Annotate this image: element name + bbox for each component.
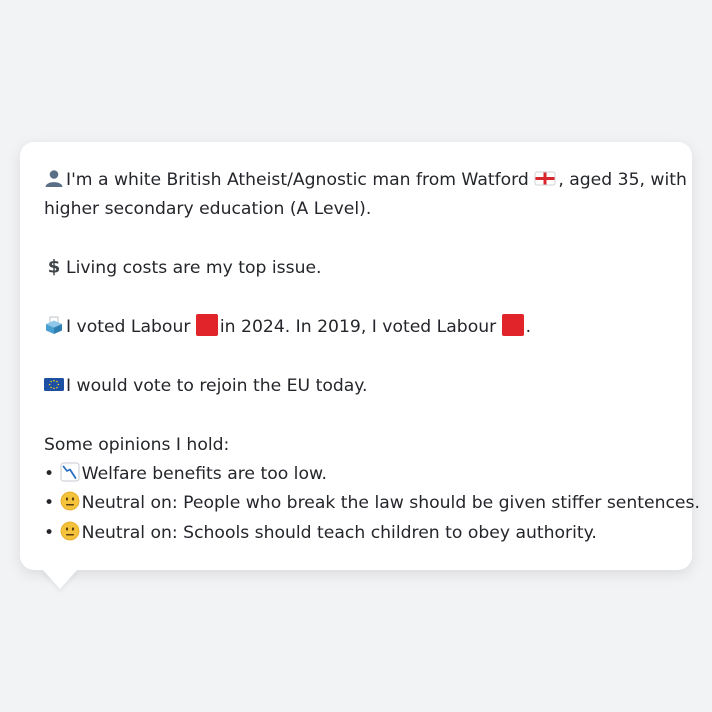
intro-line-2: higher secondary education (A Level).: [44, 199, 372, 220]
svg-text:$: $: [48, 257, 61, 277]
red-square-icon: [501, 314, 524, 336]
speech-bubble-tail: [42, 569, 78, 589]
profile-card: I'm a white British Atheist/Agnostic man…: [20, 142, 700, 570]
dollar-sign-icon: $: [44, 256, 64, 277]
intro-text: I'm a white British Atheist/Agnostic man…: [66, 170, 529, 190]
vote-text-2: in 2024. In 2019, I voted Labour: [219, 317, 497, 337]
bust-silhouette-icon: [44, 168, 64, 188]
neutral-face-icon: [60, 521, 80, 541]
chart-decreasing-icon: [60, 462, 80, 482]
opinions-heading: Some opinions I hold:: [44, 434, 230, 455]
ballot-box-icon: [44, 315, 64, 335]
england-flag-icon: [534, 168, 556, 188]
bullet: •: [44, 522, 55, 543]
bullet: •: [44, 493, 55, 514]
list-item: • Neutral on: Schools should teach child…: [44, 519, 668, 548]
intro-line-1: I'm a white British Atheist/Agnostic man…: [44, 166, 687, 195]
vote-text-3: .: [525, 317, 532, 337]
list-item: • Neutral on: People who break the law s…: [44, 489, 700, 518]
opinion-text: Neutral on: Schools should teach childre…: [81, 522, 597, 543]
opinion-text: Neutral on: People who break the law sho…: [81, 493, 700, 514]
vote-text-1: I voted Labour: [66, 317, 191, 337]
red-square-icon: [195, 314, 218, 336]
top-issue-text: Living costs are my top issue.: [66, 258, 322, 279]
bullet: •: [44, 464, 55, 484]
eu-flag-icon: [44, 374, 64, 394]
intro-text-end: , aged 35, with: [558, 170, 687, 190]
voting-line: I voted Labour in 2024. In 2019, I voted…: [44, 313, 668, 342]
top-issue-line: $ Living costs are my top issue.: [44, 254, 668, 283]
eu-text: I would vote to rejoin the EU today.: [66, 375, 368, 396]
eu-line: I would vote to rejoin the EU today.: [44, 372, 668, 401]
list-item: • Welfare benefits are too low.: [44, 460, 668, 489]
opinion-text: Welfare benefits are too low.: [81, 464, 327, 484]
neutral-face-icon: [60, 491, 80, 511]
